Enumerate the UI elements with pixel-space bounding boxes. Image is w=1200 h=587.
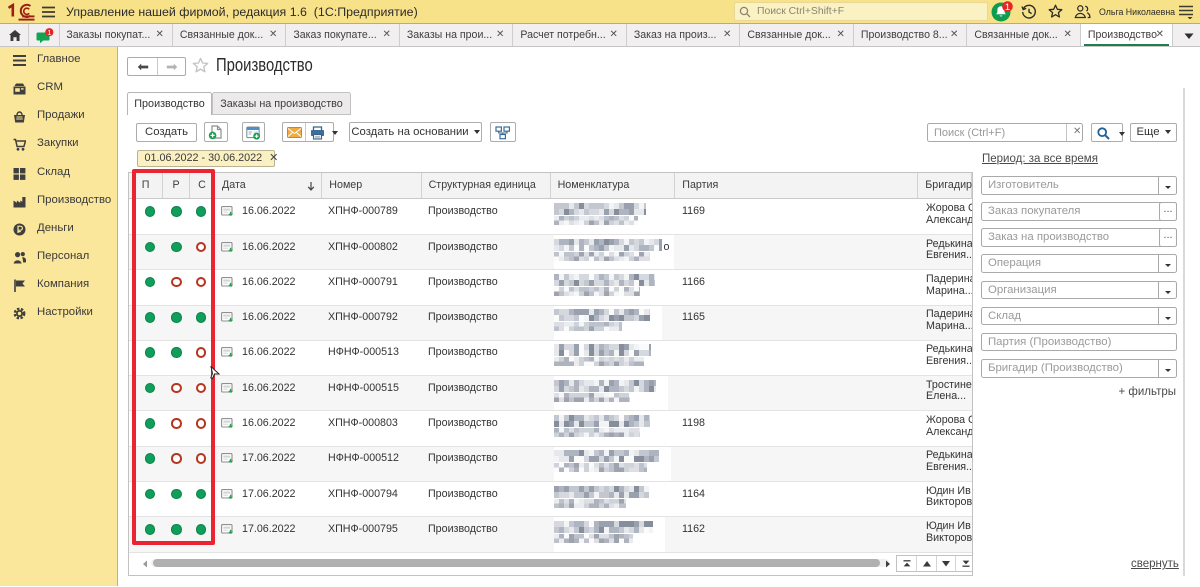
svg-text:1: 1 [47,28,51,37]
svg-text:1: 1 [1005,2,1010,13]
